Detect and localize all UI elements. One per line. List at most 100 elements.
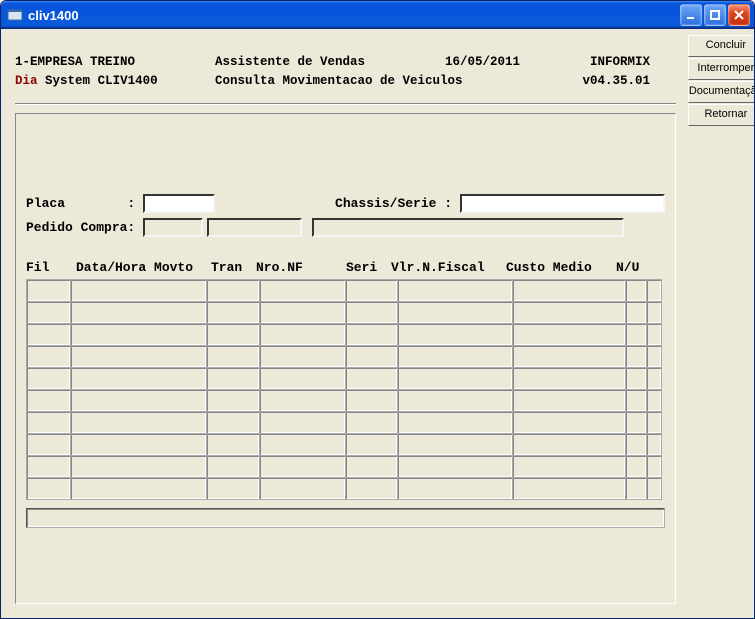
cell[interactable]	[71, 433, 207, 455]
cell[interactable]	[647, 323, 662, 345]
maximize-button[interactable]	[704, 4, 726, 26]
cell[interactable]	[27, 323, 71, 345]
cell[interactable]	[207, 367, 259, 389]
cell[interactable]	[27, 477, 71, 499]
pedido-input-1[interactable]	[143, 218, 203, 237]
cell[interactable]	[207, 279, 259, 301]
minimize-button[interactable]	[680, 4, 702, 26]
cell[interactable]	[397, 477, 512, 499]
cell[interactable]	[647, 367, 662, 389]
pedido-input-3[interactable]	[312, 218, 624, 237]
cell[interactable]	[647, 477, 662, 499]
cell[interactable]	[626, 411, 647, 433]
cell[interactable]	[27, 389, 71, 411]
interromper-button[interactable]: Interromper	[688, 58, 755, 80]
cell[interactable]	[259, 455, 345, 477]
cell[interactable]	[259, 323, 345, 345]
cell[interactable]	[626, 279, 647, 301]
cell[interactable]	[513, 345, 626, 367]
cell[interactable]	[397, 323, 512, 345]
cell[interactable]	[397, 301, 512, 323]
cell[interactable]	[513, 301, 626, 323]
cell[interactable]	[345, 301, 397, 323]
cell[interactable]	[397, 455, 512, 477]
cell[interactable]	[71, 279, 207, 301]
close-button[interactable]	[728, 4, 750, 26]
cell[interactable]	[397, 367, 512, 389]
cell[interactable]	[345, 345, 397, 367]
cell[interactable]	[626, 389, 647, 411]
cell[interactable]	[207, 345, 259, 367]
cell[interactable]	[513, 477, 626, 499]
cell[interactable]	[513, 433, 626, 455]
table-row[interactable]	[27, 323, 662, 345]
cell[interactable]	[345, 323, 397, 345]
cell[interactable]	[259, 367, 345, 389]
cell[interactable]	[397, 411, 512, 433]
cell[interactable]	[27, 345, 71, 367]
cell[interactable]	[626, 433, 647, 455]
cell[interactable]	[259, 477, 345, 499]
cell[interactable]	[345, 367, 397, 389]
cell[interactable]	[207, 389, 259, 411]
cell[interactable]	[397, 389, 512, 411]
cell[interactable]	[626, 367, 647, 389]
cell[interactable]	[71, 345, 207, 367]
cell[interactable]	[207, 477, 259, 499]
cell[interactable]	[259, 279, 345, 301]
pedido-input-2[interactable]	[207, 218, 302, 237]
table-row[interactable]	[27, 411, 662, 433]
cell[interactable]	[71, 389, 207, 411]
cell[interactable]	[513, 389, 626, 411]
table-row[interactable]	[27, 389, 662, 411]
cell[interactable]	[647, 301, 662, 323]
table-row[interactable]	[27, 433, 662, 455]
data-grid[interactable]	[26, 279, 662, 500]
cell[interactable]	[71, 367, 207, 389]
retornar-button[interactable]: Retornar	[688, 104, 755, 126]
cell[interactable]	[513, 279, 626, 301]
cell[interactable]	[626, 477, 647, 499]
chassis-input[interactable]	[460, 194, 665, 213]
cell[interactable]	[207, 323, 259, 345]
cell[interactable]	[345, 411, 397, 433]
cell[interactable]	[513, 323, 626, 345]
cell[interactable]	[647, 411, 662, 433]
cell[interactable]	[71, 411, 207, 433]
cell[interactable]	[259, 301, 345, 323]
cell[interactable]	[345, 279, 397, 301]
cell[interactable]	[207, 301, 259, 323]
table-row[interactable]	[27, 279, 662, 301]
table-row[interactable]	[27, 345, 662, 367]
cell[interactable]	[259, 389, 345, 411]
cell[interactable]	[647, 389, 662, 411]
cell[interactable]	[647, 455, 662, 477]
table-row[interactable]	[27, 301, 662, 323]
cell[interactable]	[397, 279, 512, 301]
cell[interactable]	[27, 367, 71, 389]
cell[interactable]	[27, 433, 71, 455]
cell[interactable]	[207, 411, 259, 433]
cell[interactable]	[345, 477, 397, 499]
cell[interactable]	[27, 455, 71, 477]
cell[interactable]	[626, 345, 647, 367]
cell[interactable]	[259, 411, 345, 433]
cell[interactable]	[345, 455, 397, 477]
placa-input[interactable]	[143, 194, 215, 213]
cell[interactable]	[27, 301, 71, 323]
cell[interactable]	[207, 455, 259, 477]
cell[interactable]	[71, 477, 207, 499]
documentacao-button[interactable]: Documentação	[688, 81, 755, 103]
cell[interactable]	[259, 345, 345, 367]
cell[interactable]	[513, 367, 626, 389]
cell[interactable]	[71, 301, 207, 323]
cell[interactable]	[259, 433, 345, 455]
titlebar[interactable]: cliv1400	[1, 1, 754, 29]
cell[interactable]	[647, 279, 662, 301]
cell[interactable]	[207, 433, 259, 455]
cell[interactable]	[27, 411, 71, 433]
cell[interactable]	[513, 455, 626, 477]
cell[interactable]	[626, 455, 647, 477]
cell[interactable]	[647, 345, 662, 367]
cell[interactable]	[513, 411, 626, 433]
